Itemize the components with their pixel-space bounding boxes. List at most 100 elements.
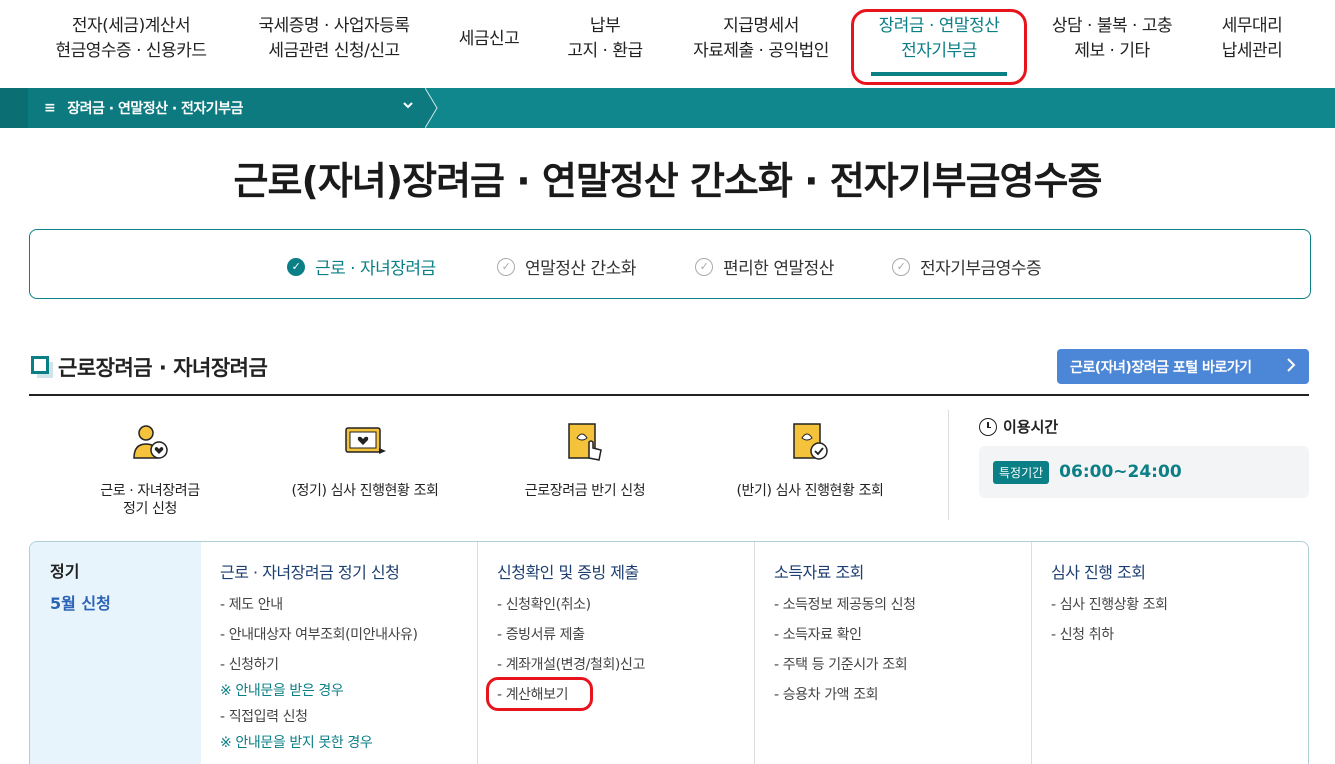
link-eligibility-check[interactable]: - 안내대상자 여부조회(미안내사유) — [220, 622, 418, 652]
usage-time-label: 이용시간 — [1003, 418, 1059, 436]
quick-link-regular-status[interactable]: (정기) 심사 진행현황 조회 — [270, 420, 460, 500]
section-square-icon — [31, 356, 49, 374]
nav-item-payment[interactable]: 납부 고지 · 환급 — [564, 14, 646, 64]
nav-item-line1: 세금신고 — [458, 29, 520, 49]
tab-label: 전자기부금영수증 — [920, 259, 1042, 279]
quick-link-half-year-application[interactable]: 근로장려금 반기 신청 — [495, 420, 675, 500]
nav-item-line2: 납세관리 — [1221, 41, 1283, 61]
portal-shortcut-button[interactable]: 근로(자녀)장려금 포털 바로가기 — [1057, 349, 1309, 384]
usage-time-box: 특정기간 06:00~24:00 — [979, 446, 1309, 498]
note-not-received-notice: ※ 안내문을 받지 못한 경우 — [220, 735, 373, 751]
period-subtitle: 5월 신청 — [50, 594, 111, 613]
column-review-status: 심사 진행 조회 - 심사 진행상황 조회 - 신청 취하 — [1031, 542, 1308, 764]
check-circle-icon: ✓ — [892, 257, 910, 276]
document-hand-icon — [563, 420, 607, 464]
usage-time-value: 06:00~24:00 — [1059, 462, 1182, 482]
nav-item-line1: 국세증명 · 사업자등록 — [258, 16, 410, 36]
link-submit-documents[interactable]: - 증빙서류 제출 — [497, 622, 645, 652]
quick-link-label: 근로장려금 반기 신청 — [495, 482, 675, 500]
nav-item-line1: 납부 — [589, 16, 621, 36]
nav-item-line1: 지급명세서 — [723, 16, 799, 36]
tab-convenient-year-end[interactable]: ✓ 편리한 연말정산 — [695, 254, 834, 279]
quick-link-half-year-status[interactable]: (반기) 심사 진행현황 조회 — [715, 420, 905, 500]
column-header: 심사 진행 조회 — [1051, 563, 1146, 582]
nav-item-certificates[interactable]: 국세증명 · 사업자등록 세금관련 신청/신고 — [254, 14, 414, 64]
link-list: - 심사 진행상황 조회 - 신청 취하 — [1051, 592, 1168, 652]
nav-item-consultation[interactable]: 상담 · 불복 · 고충 제보 · 기타 — [1046, 14, 1178, 64]
monitor-heart-icon — [343, 420, 387, 464]
nav-item-line1: 전자(세금)계산서 — [71, 16, 191, 36]
breadcrumb: ≡ 장려금 · 연말정산 · 전자기부금 — [0, 88, 1335, 128]
tab-year-end-simplified[interactable]: ✓ 연말정산 간소화 — [497, 254, 636, 279]
column-regular-application: 근로 · 자녀장려금 정기 신청 - 제도 안내 - 안내대상자 여부조회(미안… — [201, 542, 477, 764]
quick-link-line1: 근로장려금 반기 신청 — [524, 483, 646, 499]
usage-time-title: 이용시간 — [979, 416, 1058, 437]
nav-item-line1: 세무대리 — [1221, 16, 1283, 36]
table-period-cell: 정기 5월 신청 — [30, 542, 201, 764]
tab-bar: ✓ 근로 · 자녀장려금 ✓ 연말정산 간소화 ✓ 편리한 연말정산 ✓ 전자기… — [29, 229, 1311, 299]
column-header: 신청확인 및 증빙 제출 — [497, 563, 639, 582]
section-title: 근로장려금 · 자녀장려금 — [58, 356, 268, 380]
quick-link-label: (반기) 심사 진행현황 조회 — [715, 482, 905, 500]
calculate-highlight-annotation — [486, 677, 593, 711]
quick-link-line1: (정기) 심사 진행현황 조회 — [291, 483, 439, 499]
link-housing-price[interactable]: - 주택 등 기준시가 조회 — [774, 652, 916, 682]
link-list: - 제도 안내 - 안내대상자 여부조회(미안내사유) - 신청하기 ※ 안내문… — [220, 592, 418, 756]
nav-item-line1: 상담 · 불복 · 고충 — [1051, 16, 1173, 36]
chevron-right-icon — [1285, 357, 1297, 377]
link-list: - 소득정보 제공동의 신청 - 소득자료 확인 - 주택 등 기준시가 조회 … — [774, 592, 916, 712]
breadcrumb-dropdown[interactable]: ≡ 장려금 · 연말정산 · 전자기부금 — [28, 88, 426, 128]
quick-link-line1: (반기) 심사 진행현황 조회 — [736, 483, 884, 499]
breadcrumb-separator-icon — [425, 88, 438, 128]
section-divider — [29, 394, 1309, 396]
quick-link-label: 근로 · 자녀장려금 정기 신청 — [60, 482, 240, 518]
quick-link-line2: 정기 신청 — [123, 501, 177, 517]
link-system-guide[interactable]: - 제도 안내 — [220, 592, 418, 622]
breadcrumb-label: 장려금 · 연말정산 · 전자기부금 — [67, 101, 243, 117]
regular-application-table: 정기 5월 신청 근로 · 자녀장려금 정기 신청 - 제도 안내 - 안내대상… — [29, 541, 1309, 764]
period-title: 정기 — [50, 562, 80, 581]
nav-highlight-annotation — [851, 9, 1027, 85]
tab-label: 편리한 연말정산 — [723, 259, 834, 279]
nav-item-e-invoice[interactable]: 전자(세금)계산서 현금영수증 · 신용카드 — [52, 14, 210, 64]
link-review-progress[interactable]: - 심사 진행상황 조회 — [1051, 592, 1168, 622]
link-withdraw-application[interactable]: - 신청 취하 — [1051, 622, 1168, 652]
nav-item-tax-return[interactable]: 세금신고 — [456, 27, 522, 52]
nav-item-line2: 세금관련 신청/신고 — [268, 41, 400, 61]
vertical-divider — [948, 410, 949, 520]
link-consent-request[interactable]: - 소득정보 제공동의 신청 — [774, 592, 916, 622]
tab-label: 근로 · 자녀장려금 — [315, 259, 436, 279]
check-circle-icon: ✓ — [497, 257, 515, 276]
link-car-value[interactable]: - 승용차 가액 조회 — [774, 682, 916, 712]
quick-link-label: (정기) 심사 진행현황 조회 — [270, 482, 460, 500]
clock-icon — [979, 417, 997, 436]
check-circle-icon: ✓ — [287, 257, 305, 276]
nav-item-line2: 고지 · 환급 — [567, 41, 643, 61]
column-header: 소득자료 조회 — [774, 563, 864, 582]
column-income-data: 소득자료 조회 - 소득정보 제공동의 신청 - 소득자료 확인 - 주택 등 … — [754, 542, 1031, 764]
chevron-down-icon — [402, 99, 414, 114]
column-header: 근로 · 자녀장려금 정기 신청 — [220, 563, 400, 582]
page-title: 근로(자녀)장려금 · 연말정산 간소화 · 전자기부금영수증 — [233, 159, 1103, 203]
breadcrumb-home-segment — [0, 88, 28, 128]
top-nav: 전자(세금)계산서 현금영수증 · 신용카드 국세증명 · 사업자등록 세금관련… — [0, 0, 1335, 88]
nav-item-line2: 현금영수증 · 신용카드 — [55, 41, 207, 61]
check-circle-icon: ✓ — [695, 257, 713, 276]
quick-link-regular-application[interactable]: 근로 · 자녀장려금 정기 신청 — [60, 420, 240, 518]
menu-icon: ≡ — [44, 100, 56, 116]
note-received-notice: ※ 안내문을 받은 경우 — [220, 683, 344, 699]
link-direct-input[interactable]: - 직접입력 신청 — [220, 704, 418, 730]
nav-item-tax-agent[interactable]: 세무대리 납세관리 — [1214, 14, 1290, 64]
nav-item-payment-statement[interactable]: 지급명세서 자료제출 · 공익법인 — [688, 14, 834, 64]
person-heart-icon — [128, 420, 172, 464]
link-confirm-cancel[interactable]: - 신청확인(취소) — [497, 592, 645, 622]
tab-e-donation-receipt[interactable]: ✓ 전자기부금영수증 — [892, 254, 1042, 279]
tab-incentive[interactable]: ✓ 근로 · 자녀장려금 — [287, 254, 436, 279]
document-check-icon — [788, 420, 832, 464]
column-confirmation: 신청확인 및 증빙 제출 - 신청확인(취소) - 증빙서류 제출 - 계좌개설… — [477, 542, 754, 764]
link-apply[interactable]: - 신청하기 — [220, 652, 418, 678]
tab-label: 연말정산 간소화 — [525, 259, 636, 279]
quick-link-line1: 근로 · 자녀장려금 — [100, 483, 200, 499]
nav-item-line2: 자료제출 · 공익법인 — [693, 41, 829, 61]
link-income-check[interactable]: - 소득자료 확인 — [774, 622, 916, 652]
